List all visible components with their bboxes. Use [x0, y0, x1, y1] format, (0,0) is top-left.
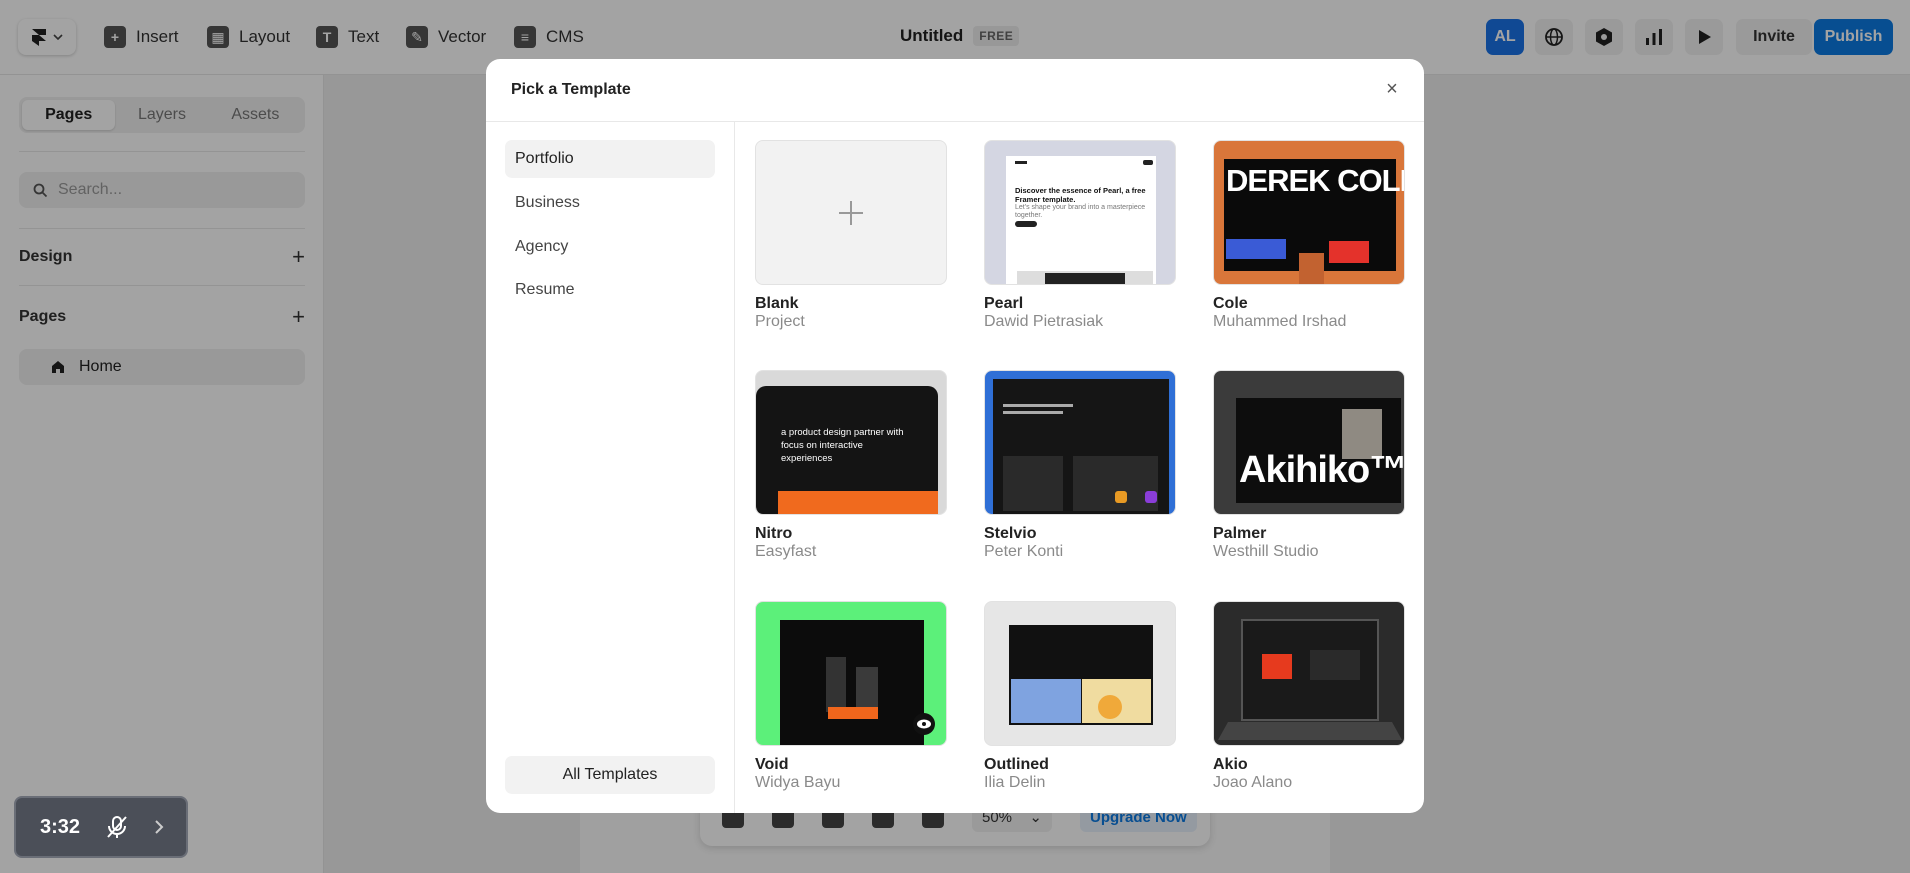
chevron-right-icon[interactable] [154, 819, 164, 835]
template-thumbnail[interactable] [984, 370, 1176, 515]
palmer-heading: Akihiko™ [1239, 449, 1405, 491]
category-panel: Portfolio Business Agency Resume All Tem… [486, 122, 735, 813]
template-author: Peter Konti [984, 543, 1064, 560]
template-author: Muhammed Irshad [1213, 313, 1347, 330]
template-name: Akio [1213, 756, 1248, 773]
template-picker-modal: Pick a Template × Portfolio Business Age… [486, 59, 1424, 813]
all-templates-button[interactable]: All Templates [505, 756, 715, 794]
template-author: Joao Alano [1213, 774, 1293, 791]
template-name: Pearl [984, 295, 1024, 312]
pearl-heading: Discover the essence of Pearl, a free Fr… [1015, 186, 1146, 204]
template-name: Void [755, 756, 789, 773]
template-author: Widya Bayu [755, 774, 841, 791]
outlined-preview [1009, 625, 1153, 725]
recording-widget: 3:32 [14, 796, 188, 858]
akio-preview [1218, 619, 1402, 740]
category-resume[interactable]: Resume [505, 271, 715, 309]
modal-header: Pick a Template × [486, 59, 1424, 122]
template-thumbnail[interactable] [984, 601, 1176, 746]
template-thumbnail[interactable] [755, 601, 947, 746]
template-name: Cole [1213, 295, 1248, 312]
eye-icon [917, 719, 931, 729]
template-grid: Blank Project Discover the essence of Pe… [755, 140, 1407, 813]
template-author: Dawid Pietrasiak [984, 313, 1104, 330]
template-author: Project [755, 313, 805, 330]
palmer-preview [1236, 398, 1401, 503]
plus-icon [839, 200, 863, 225]
stelvio-preview [993, 379, 1169, 514]
template-thumbnail[interactable]: DEREK COLE [1213, 140, 1405, 285]
template-thumbnail[interactable]: Akihiko™ [1213, 370, 1405, 515]
template-name: Palmer [1213, 525, 1267, 542]
close-icon[interactable]: × [1380, 77, 1404, 101]
template-name: Stelvio [984, 525, 1037, 542]
template-name: Blank [755, 295, 799, 312]
recording-timer: 3:32 [40, 815, 81, 838]
template-name: Nitro [755, 525, 793, 542]
template-thumbnail[interactable] [1213, 601, 1405, 746]
pearl-subheading: Let's shape your brand into a masterpiec… [1015, 204, 1146, 220]
template-thumbnail[interactable]: a product design partner with focus on i… [755, 370, 947, 515]
cole-heading: DEREK COLE [1226, 163, 1405, 198]
category-portfolio[interactable]: Portfolio [505, 140, 715, 178]
template-name: Outlined [984, 756, 1049, 773]
nitro-heading: a product design partner with focus on i… [781, 427, 904, 464]
category-agency[interactable]: Agency [505, 228, 715, 266]
template-thumbnail[interactable] [755, 140, 947, 285]
modal-title: Pick a Template [511, 81, 631, 98]
template-thumbnail[interactable]: Discover the essence of Pearl, a free Fr… [984, 140, 1176, 285]
template-author: Easyfast [755, 543, 817, 560]
template-author: Ilia Delin [984, 774, 1046, 791]
category-business[interactable]: Business [505, 184, 715, 222]
mic-off-icon[interactable] [106, 815, 128, 839]
template-author: Westhill Studio [1213, 543, 1319, 560]
